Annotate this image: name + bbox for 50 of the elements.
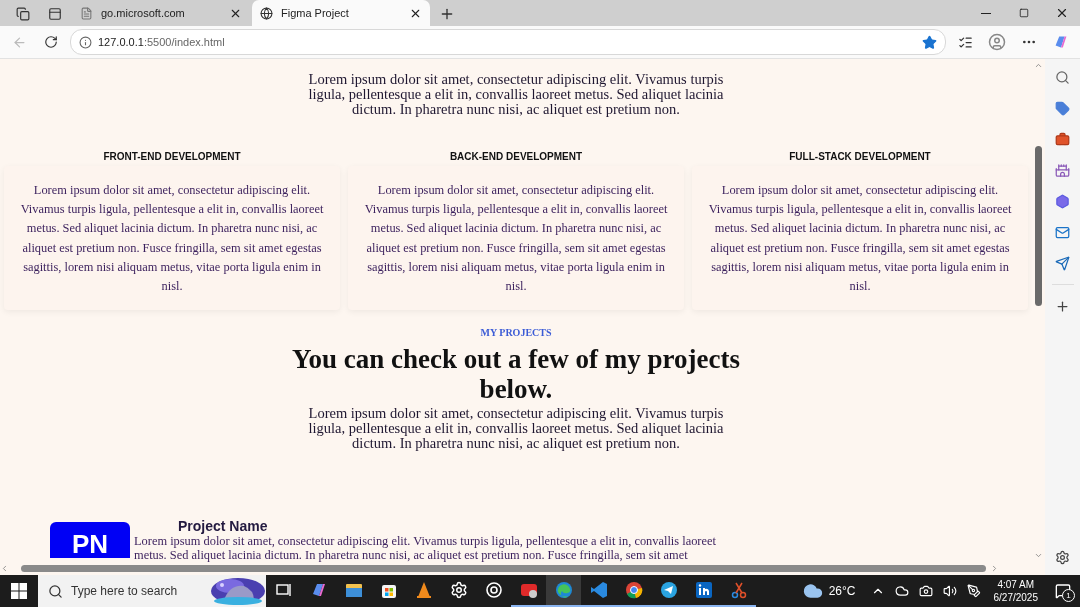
project-name: Project Name (177, 519, 269, 535)
globe-icon (260, 6, 273, 20)
page-icon (80, 6, 93, 20)
service-card: Lorem ipsum dolor sit amet, consectetur adipiscing elit. Vivamus turpis ligula, pellentesque a elit in, convallis laoreet metus. Sed aliquet lacinia dictum. In pharetra nunc nisi, ac aliquet est pretium non. Fusce fringilla, sem sit amet egestas sagittis, lorem nisi aliquam metus, vitae porta ligula enim in nisl. (4, 166, 340, 311)
weather-icon (802, 581, 823, 601)
tab-title: Figma Project (281, 7, 350, 19)
restore-icon (1019, 8, 1029, 18)
clock-date[interactable]: 6/27/2025 (993, 591, 1038, 604)
info-icon (79, 35, 92, 49)
plus-icon (439, 6, 455, 22)
service-card: Lorem ipsum dolor sit amet, consectetur adipiscing elit. Vivamus turpis ligula, pellentesque a elit in, convallis laoreet metus. Sed aliquet lacinia dictum. In pharetra nunc nisi, ac aliquet est pretium non. Fusce fringilla, sem sit amet egestas sagittis, lorem nisi aliquam metus, vitae porta ligula enim in nisl. (348, 166, 684, 311)
knot-icon (483, 580, 504, 600)
minimize-icon (981, 12, 991, 14)
scroll-thumb[interactable] (1035, 145, 1042, 306)
address-bar[interactable]: 127.0.0.1:5500/index.html (70, 29, 946, 55)
telegram-icon (658, 580, 679, 600)
section-heading: You can check out a few of my projects below. (291, 344, 741, 405)
service-title: BACK-END DEVELOPMENT (449, 151, 583, 162)
section-paragraph: Lorem ipsum dolor sit amet, consectetur adipiscing elit. Vivamus turpis ligula, pellentesque a elit in, convallis laoreet metus. Sed aliquet lacinia dictum. In pharetra nunc nisi, ac aliquet est pretium non. (307, 406, 725, 452)
close-icon (1055, 6, 1069, 20)
horizontal-scrollbar[interactable] (0, 562, 1045, 575)
browser-tab[interactable]: go.microsoft.com (72, 0, 250, 26)
project-logo: PN (50, 522, 130, 559)
url-text: 127.0.0.1:5500/index.html (98, 36, 225, 48)
notification-count: 1 (1062, 589, 1075, 602)
scroll-thumb[interactable] (21, 565, 986, 572)
message-icon (1055, 583, 1071, 599)
edge-icon (553, 580, 574, 600)
service-title: FRONT-END DEVELOPMENT (103, 151, 241, 162)
browser-tab[interactable]: Figma Project (252, 0, 430, 26)
taskbar-search-field[interactable]: Type here to search (38, 575, 266, 607)
code-editor-icon (588, 580, 609, 600)
reload-icon (44, 35, 58, 49)
chrome-icon (623, 580, 644, 600)
windows-logo-icon (11, 583, 27, 599)
notifications-button[interactable]: 1 (1046, 575, 1080, 607)
search-icon (48, 583, 63, 599)
service-title: FULL-STACK DEVELOPMENT (789, 151, 931, 162)
task-view-icon (274, 581, 293, 599)
intro-paragraph: Lorem ipsum dolor sit amet, consectetur adipiscing elit. Vivamus turpis ligula, pellentesque a elit in, convallis laoreet metus. Sed aliquet lacinia dictum. In pharetra nunc nisi, ac aliquet est pretium non. (307, 72, 725, 117)
search-placeholder: Type here to search (71, 584, 179, 598)
section-label: MY PROJECTS (480, 327, 552, 339)
settings-icon (449, 581, 468, 599)
tab-title: go.microsoft.com (101, 7, 186, 19)
service-card: Lorem ipsum dolor sit amet, consectetur adipiscing elit. Vivamus turpis ligula, pellentesque a elit in, convallis laoreet metus. Sed aliquet lacinia dictum. In pharetra nunc nisi, ac aliquet est pretium non. Fusce fringilla, sem sit amet egestas sagittis, lorem nisi aliquam metus, vitae porta ligula enim in nisl. (692, 166, 1028, 311)
project-description: Lorem ipsum dolor sit amet, consectetur adipiscing elit. Vivamus turpis ligula, pellentesque a elit in, convallis laoreet metus. Sed aliquet lacinia dictum. In pharetra nunc nisi, ac aliquet est pretium non. Fusce fringilla, sem sit amet (134, 534, 717, 562)
clock-time[interactable]: 4:07 AM (997, 578, 1035, 591)
favorite-star-icon[interactable] (922, 34, 937, 50)
temperature: 26°C (828, 584, 856, 598)
linkedin-icon (693, 580, 714, 600)
